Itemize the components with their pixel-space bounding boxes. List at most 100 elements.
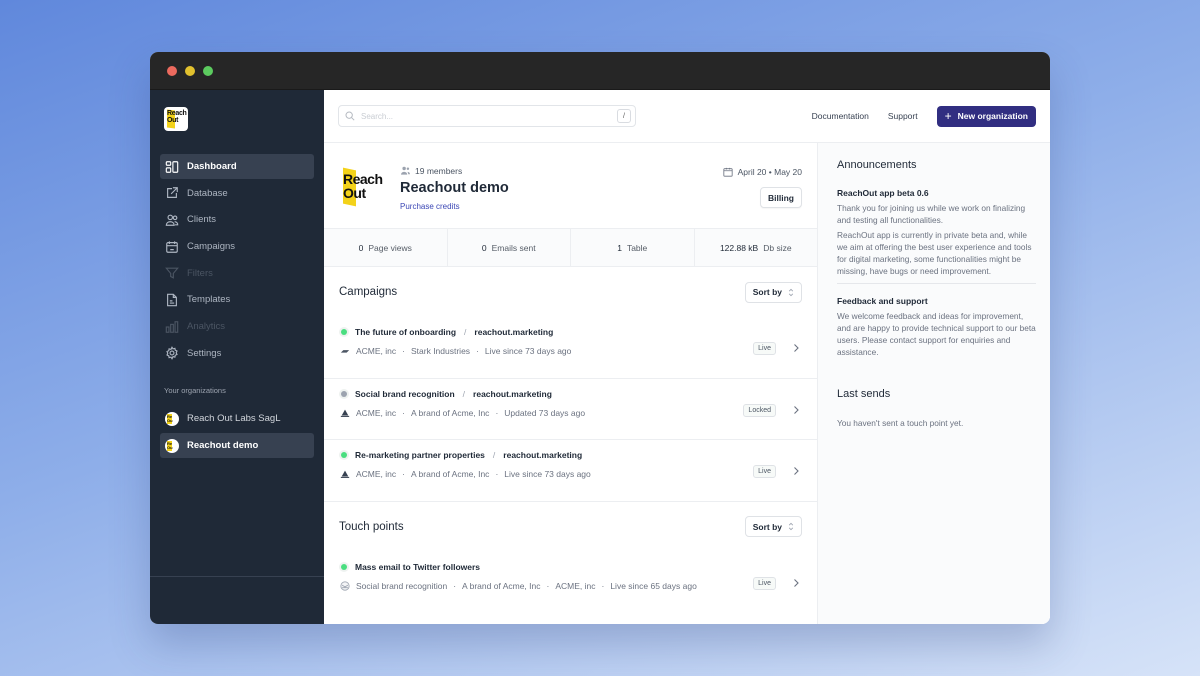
users-icon: [401, 166, 410, 175]
status-live-dot: [341, 329, 347, 335]
org-logo: Reach Out: [340, 165, 386, 211]
campaign-domain: reachout.marketing: [474, 327, 554, 337]
touch-points-sort-button[interactable]: Sort by: [744, 516, 802, 537]
announcement-text: ReachOut app is currently in private bet…: [837, 230, 1032, 276]
support-link[interactable]: Support: [888, 111, 918, 121]
sidebar-item-label: Dashboard: [187, 161, 237, 172]
chevron-right-icon[interactable]: [792, 466, 800, 476]
sidebar: ReachOut Dashboard Database Clients Cam: [150, 90, 324, 624]
campaign-row[interactable]: Re-marketing partner properties / reachout…: [324, 440, 817, 502]
minimize-window-button[interactable]: [185, 65, 195, 76]
sidebar-nav: Dashboard Database Clients Campaigns Fil…: [160, 154, 314, 368]
touch-points-title: Touch points: [339, 520, 404, 533]
touch-points-header: Touch points Sort by: [324, 502, 817, 552]
stat-db-size: 122.88 kB Db size: [719, 242, 792, 253]
org-item-reach-out-labs[interactable]: Re Ou Reach Out Labs SagL: [160, 406, 314, 431]
sidebar-item-templates[interactable]: Templates: [160, 287, 314, 312]
sidebar-item-label: Templates: [187, 294, 231, 306]
close-window-button[interactable]: [167, 65, 177, 76]
top-bar: / Documentation Support + New organizati…: [324, 90, 1050, 143]
sidebar-item-label: Filters: [187, 267, 213, 279]
last-sends-title: Last sends: [837, 388, 891, 400]
campaigns-sort-button[interactable]: Sort by: [744, 281, 802, 303]
brand-logo-icon: [340, 350, 350, 353]
announcements-panel: Announcements ReachOut app beta 0.6 Than…: [818, 143, 1050, 624]
sidebar-item-label: Database: [187, 187, 228, 199]
triangle-logo-icon: [340, 409, 350, 417]
search-shortcut-key: /: [617, 109, 631, 123]
plus-icon: +: [944, 109, 952, 123]
campaign-domain: reachout.marketing: [473, 388, 552, 399]
new-organization-button[interactable]: + New organization: [936, 105, 1036, 127]
campaigns-title: Campaigns: [339, 286, 398, 298]
campaign-name: The future of onboarding: [355, 327, 457, 337]
dashboard-center: Reach Out 19 members Reachout demo Purcha…: [324, 143, 818, 624]
chevron-right-icon[interactable]: [792, 578, 800, 588]
purchase-credits-link[interactable]: Purchase credits: [400, 202, 460, 211]
chevron-right-icon[interactable]: [792, 405, 800, 415]
chevron-right-icon[interactable]: [792, 343, 800, 353]
announcements-title: Announcements: [837, 159, 917, 171]
date-range[interactable]: April 20 • May 20: [723, 167, 802, 177]
app-logo[interactable]: Reach Out: [164, 107, 188, 131]
sidebar-item-label: Settings: [187, 347, 222, 359]
divider: [837, 283, 1036, 284]
sidebar-item-campaigns[interactable]: Campaigns: [160, 234, 314, 259]
billing-button[interactable]: Billing: [760, 187, 802, 208]
search-input[interactable]: [361, 111, 611, 121]
sidebar-item-label: Campaigns: [187, 241, 236, 253]
touch-point-name: Mass email to Twitter followers: [355, 561, 481, 572]
announcement-item: ReachOut app beta 0.6 Thank you for join…: [837, 188, 1036, 277]
dashboard-icon: [165, 160, 179, 173]
org-avatar: Re Ou: [165, 438, 179, 453]
status-live-dot: [341, 563, 347, 570]
campaign-name: Re-marketing partner properties: [355, 450, 485, 460]
sidebar-item-settings[interactable]: Settings: [160, 341, 314, 366]
sidebar-item-filters: Filters: [160, 261, 314, 286]
status-badge: Live: [753, 342, 776, 355]
last-sends-empty: You haven't sent a touch point yet.: [837, 418, 964, 428]
announcement-title: Feedback and support: [837, 296, 928, 306]
org-item-reachout-demo[interactable]: Re Ou Reachout demo: [160, 433, 314, 458]
announcement-title: ReachOut app beta 0.6: [837, 188, 929, 198]
sidebar-divider: [150, 576, 324, 577]
filter-icon: [165, 267, 179, 279]
title-bar: [150, 52, 1050, 90]
status-locked-dot: [341, 390, 347, 397]
search-icon: [345, 111, 355, 121]
gear-icon: [166, 346, 178, 361]
main-area: / Documentation Support + New organizati…: [324, 90, 1050, 624]
calendar-icon: [166, 240, 178, 253]
campaign-name: Social brand recognition: [355, 388, 455, 399]
stats-bar: 0 Page views 0 Emails sent 1 Table 122.88 k…: [324, 229, 817, 267]
documentation-link[interactable]: Documentation: [812, 111, 869, 121]
campaigns-header: Campaigns Sort by: [324, 267, 817, 317]
sidebar-item-label: Analytics: [187, 321, 226, 333]
announcement-text: Thank you for joining us while we work o…: [837, 203, 1026, 225]
org-header: Reach Out 19 members Reachout demo Purcha…: [324, 143, 817, 229]
app-window: ReachOut Dashboard Database Clients Cam: [150, 52, 1050, 624]
sort-chevrons-icon: [788, 288, 794, 296]
campaign-row[interactable]: The future of onboarding / reachout.market…: [324, 317, 817, 379]
sidebar-item-dashboard[interactable]: Dashboard: [160, 154, 314, 179]
stat-tables: 1 Table: [571, 229, 695, 266]
calendar-icon: [723, 167, 733, 177]
touch-point-row[interactable]: Mass email to Twitter followers Social b…: [324, 552, 817, 614]
campaign-row[interactable]: Social brand recognition / reachout.market…: [324, 379, 817, 440]
sidebar-item-clients[interactable]: Clients: [160, 207, 314, 232]
organizations-heading: Your organizations: [164, 386, 226, 395]
sort-chevrons-icon: [788, 522, 794, 531]
stat-emails-sent: 0 Emails sent: [448, 229, 571, 266]
sidebar-item-database[interactable]: Database: [160, 181, 314, 206]
org-item-label: Reachout demo: [187, 440, 259, 451]
maximize-window-button[interactable]: [203, 65, 213, 76]
search-box[interactable]: /: [338, 105, 636, 127]
sidebar-item-label: Clients: [187, 214, 217, 226]
triangle-logo-icon: [340, 470, 350, 478]
status-badge: Live: [753, 576, 776, 590]
organizations-list: Re Ou Reach Out Labs SagL Re Ou Reachout d…: [160, 406, 314, 460]
status-badge: Locked: [743, 403, 776, 417]
mail-icon: [340, 580, 350, 591]
org-title: Reachout demo: [400, 180, 509, 196]
status-live-dot: [341, 452, 347, 458]
